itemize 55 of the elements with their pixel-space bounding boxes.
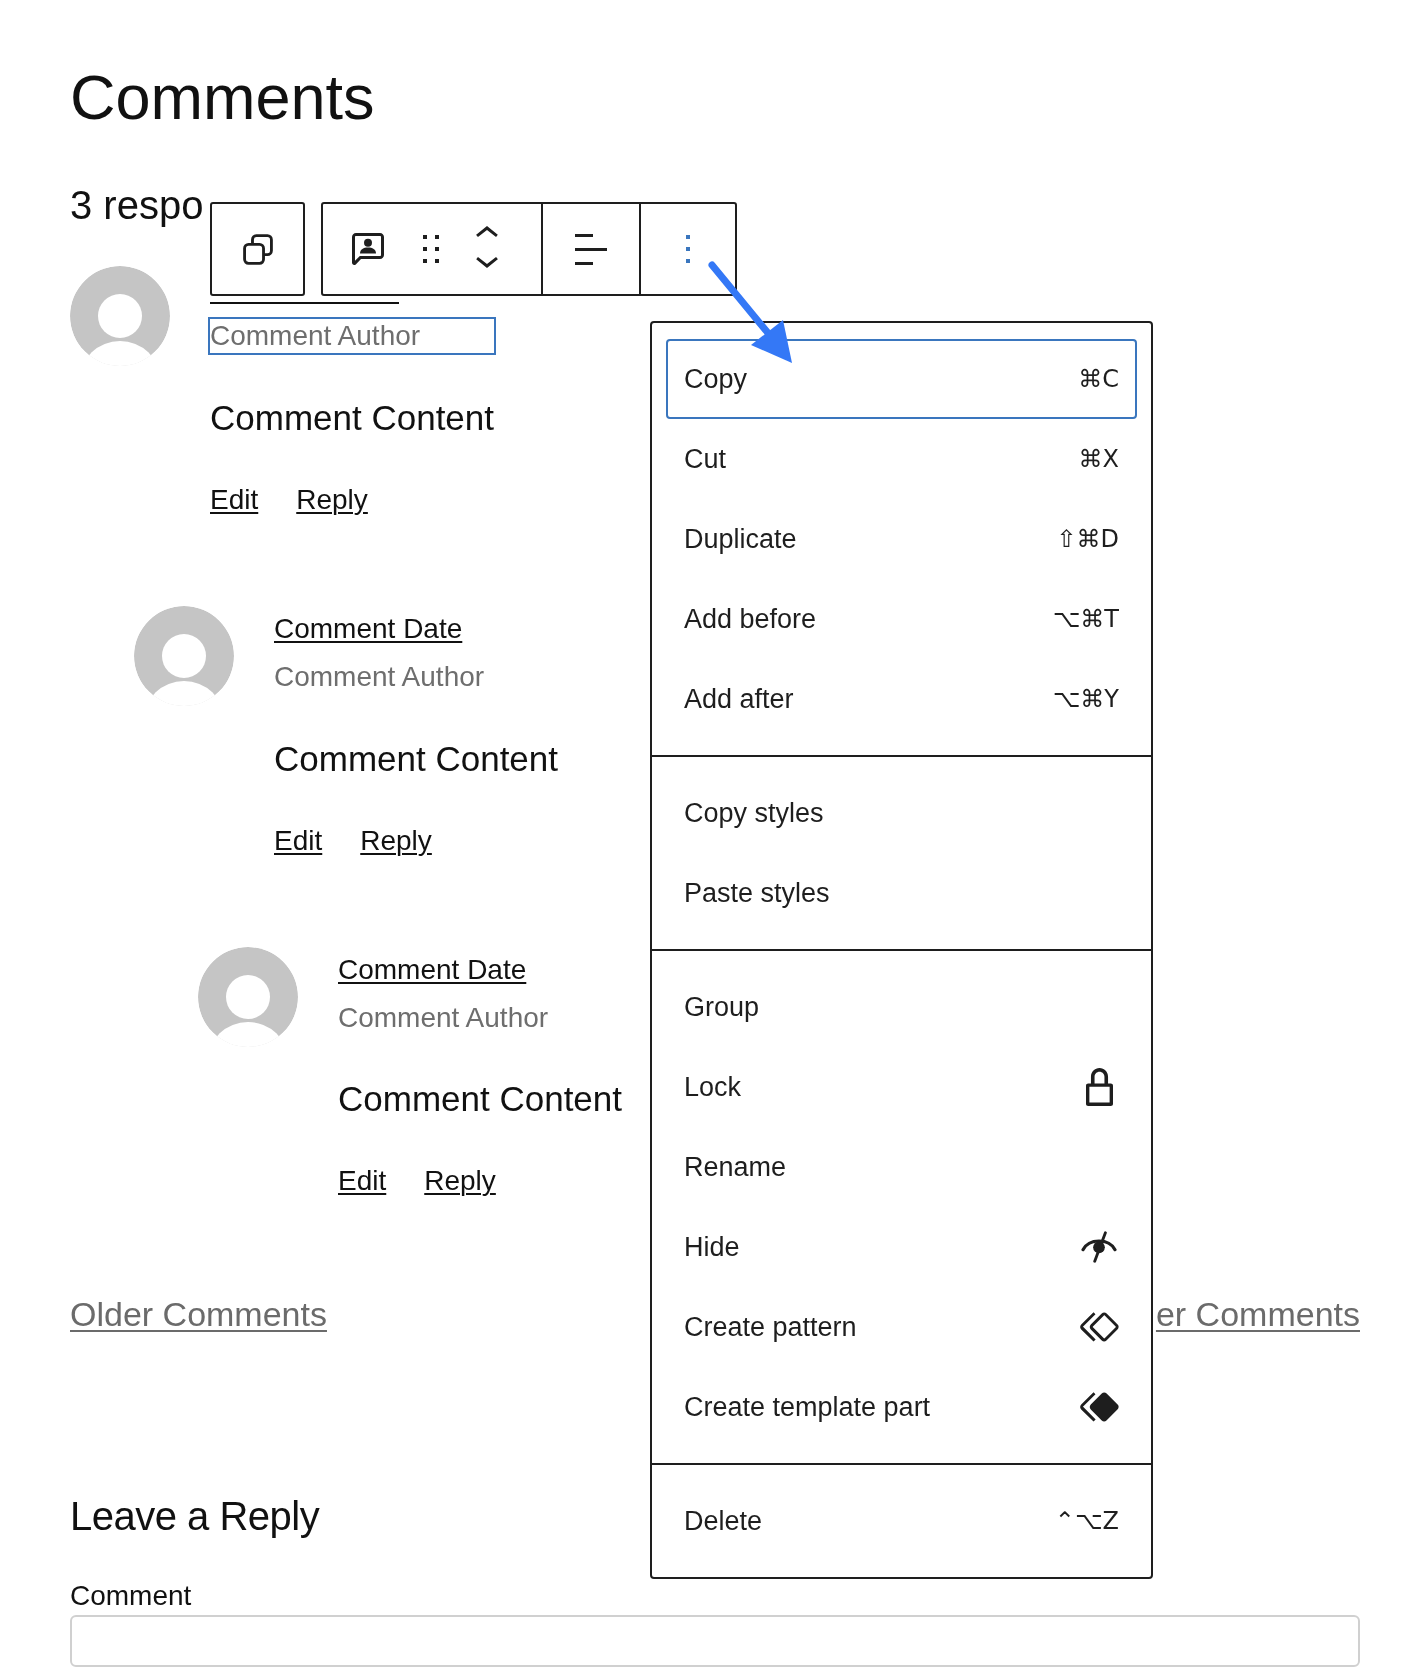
menu-item[interactable]: Create template part xyxy=(666,1367,1137,1447)
parent-block-button[interactable] xyxy=(210,202,305,296)
pagination-link[interactable]: Older Comments xyxy=(70,1293,327,1335)
page-heading: Comments xyxy=(70,61,375,134)
menu-item[interactable]: Create pattern xyxy=(666,1287,1137,1367)
avatar-icon xyxy=(70,265,170,366)
overlapping-squares-icon xyxy=(242,233,273,265)
diamond-outline-icon xyxy=(1079,1312,1119,1342)
drag-handle-icon xyxy=(423,235,439,263)
menu-item[interactable]: Hide xyxy=(666,1207,1137,1287)
reply-link[interactable]: Reply xyxy=(296,482,368,517)
menu-item[interactable]: Copy ⌘C xyxy=(666,339,1137,419)
lock-icon xyxy=(1085,1068,1113,1106)
avatar-icon xyxy=(134,606,234,707)
menu-item[interactable]: Lock xyxy=(666,1047,1137,1127)
chevron-up-icon xyxy=(476,226,498,237)
menu-item[interactable]: Add after ⌥⌘Y xyxy=(666,659,1137,739)
edit-link[interactable]: Edit xyxy=(210,482,259,517)
menu-item[interactable]: Add before ⌥⌘T xyxy=(666,579,1137,659)
comment-author: Comment Author xyxy=(338,1000,549,1035)
keyboard-shortcut: ⌃⌥Z xyxy=(1054,1507,1119,1535)
chevron-down-icon xyxy=(476,257,498,268)
menu-item[interactable]: Copy styles xyxy=(666,773,1137,853)
reply-link[interactable]: Reply xyxy=(424,1164,496,1198)
responses-heading: 3 respo xyxy=(70,181,204,229)
keyboard-shortcut: ⌥⌘Y xyxy=(1052,685,1119,713)
menu-item[interactable]: Rename xyxy=(666,1127,1137,1207)
keyboard-shortcut: ⌘C xyxy=(1078,365,1119,393)
keyboard-shortcut: ⌘X xyxy=(1078,445,1119,473)
comment-date-link[interactable]: Comment Date xyxy=(338,953,527,987)
comment-content: Comment Content xyxy=(274,737,559,780)
avatar-icon xyxy=(198,947,298,1048)
speech-bubble-person-icon xyxy=(352,233,384,265)
align-left-icon xyxy=(575,233,607,265)
menu-item[interactable]: Cut ⌘X xyxy=(666,419,1137,499)
comment-content: Comment Content xyxy=(338,1078,623,1121)
comment-content: Comment Content xyxy=(210,396,495,439)
edit-link[interactable]: Edit xyxy=(274,823,323,858)
comment-field-label: Comment xyxy=(70,1578,192,1613)
pagination-link[interactable]: er Comments xyxy=(1155,1293,1360,1335)
menu-item[interactable]: Paste styles xyxy=(666,853,1137,933)
keyboard-shortcut: ⌥⌘T xyxy=(1052,605,1119,633)
menu-item[interactable]: Group xyxy=(666,967,1137,1047)
menu-item[interactable]: Duplicate ⇧⌘D xyxy=(666,499,1137,579)
keyboard-shortcut: ⇧⌘D xyxy=(1056,525,1119,553)
comment-author: Comment Author xyxy=(210,319,495,353)
comment-date-link[interactable]: Comment Date xyxy=(274,612,463,646)
reply-link[interactable]: Reply xyxy=(360,823,432,858)
menu-item[interactable]: Delete ⌃⌥Z xyxy=(666,1481,1137,1561)
diamond-filled-icon xyxy=(1079,1392,1119,1422)
comment-author: Comment Author xyxy=(274,659,485,694)
eye-slash-icon xyxy=(1081,1231,1117,1263)
vertical-dots-icon xyxy=(686,235,690,263)
edit-link[interactable]: Edit xyxy=(338,1164,387,1198)
reply-form-heading: Leave a Reply xyxy=(70,1492,320,1540)
